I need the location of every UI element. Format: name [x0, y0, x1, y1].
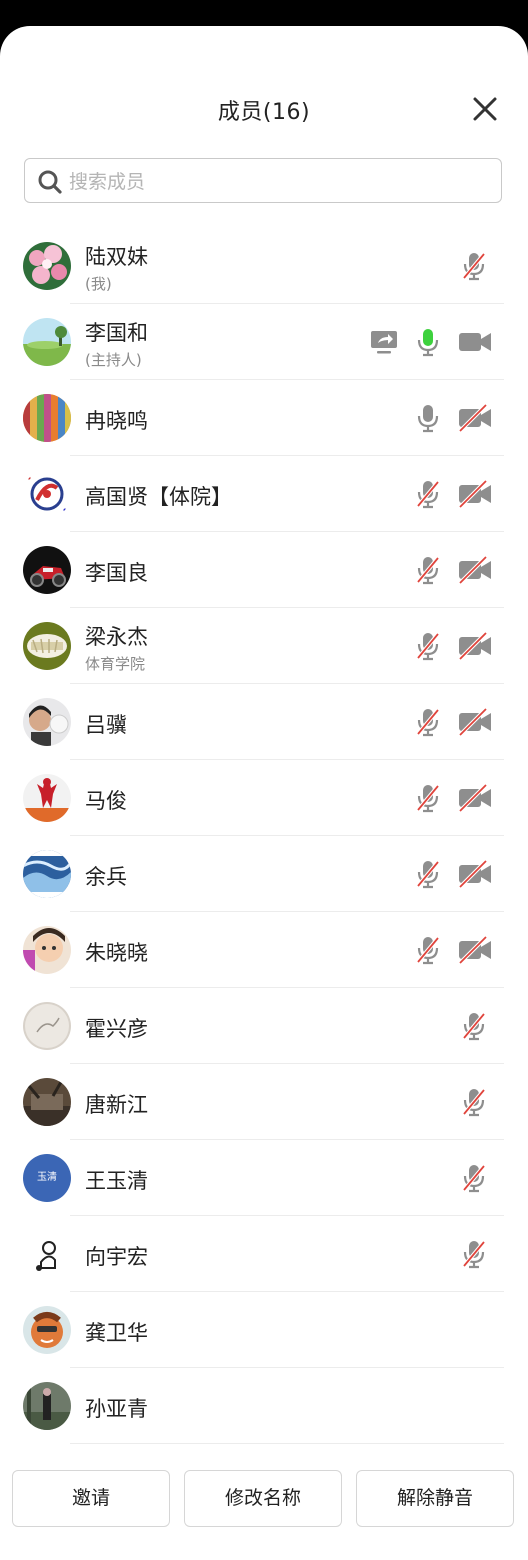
avatar [23, 774, 71, 822]
avatar-text: 玉清 [37, 1172, 57, 1183]
member-row[interactable]: 孙亚青 [0, 1368, 528, 1444]
member-name: 高国贤【体院】 [85, 485, 232, 509]
avatar [23, 394, 71, 442]
mic-muted-icon[interactable] [412, 631, 446, 661]
camera-off-icon[interactable] [458, 707, 492, 737]
camera-off-icon[interactable] [458, 783, 492, 813]
member-row[interactable]: 霍兴彦 [0, 988, 528, 1064]
mic-muted-icon[interactable] [412, 859, 446, 889]
member-row[interactable]: 马俊 [0, 760, 528, 836]
member-list: 陆双妹 (我) 李国和 (主持人) 冉晓鸣高国贤【体院】 李国良梁永杰体育学院吕骥马俊余兵… [0, 228, 528, 1444]
avatar [23, 698, 71, 746]
mic-muted-icon[interactable] [412, 935, 446, 965]
avatar [23, 242, 71, 290]
mic-muted-icon[interactable] [458, 251, 492, 281]
members-panel: 成员(16) 陆双妹 (我) 李国和 (主持人) 冉晓鸣高国贤【体院】李国良梁永杰体育学… [0, 26, 528, 1560]
action-bar: 邀请 修改名称 解除静音 [0, 1470, 528, 1530]
member-row[interactable]: 吕骥 [0, 684, 528, 760]
member-row[interactable]: 余兵 [0, 836, 528, 912]
mic-muted-icon[interactable] [458, 1163, 492, 1193]
close-icon[interactable] [470, 94, 500, 124]
member-name: 余兵 [85, 865, 127, 889]
member-row[interactable]: 向宇宏 [0, 1216, 528, 1292]
avatar [23, 926, 71, 974]
avatar [23, 1230, 71, 1278]
mic-muted-icon[interactable] [412, 479, 446, 509]
camera-off-icon[interactable] [458, 631, 492, 661]
member-row[interactable]: 龚卫华 [0, 1292, 528, 1368]
camera-on-icon[interactable] [458, 327, 492, 357]
member-row[interactable]: 高国贤【体院】 [0, 456, 528, 532]
mic-muted-icon[interactable] [412, 783, 446, 813]
camera-off-icon[interactable] [458, 479, 492, 509]
search-icon [38, 170, 62, 194]
member-row[interactable]: 冉晓鸣 [0, 380, 528, 456]
member-row[interactable]: 唐新江 [0, 1064, 528, 1140]
member-name: 孙亚青 [85, 1397, 148, 1421]
member-name: 李国和 [85, 321, 148, 345]
mic-muted-icon[interactable] [412, 555, 446, 585]
member-row[interactable]: 玉清 王玉清 [0, 1140, 528, 1216]
member-name: 龚卫华 [85, 1321, 148, 1345]
avatar [23, 1382, 71, 1430]
member-name: 霍兴彦 [85, 1017, 148, 1041]
screen-share-icon[interactable] [368, 327, 402, 357]
avatar [23, 622, 71, 670]
member-name: 王玉清 [85, 1169, 148, 1193]
page-title: 成员(16) [217, 100, 311, 125]
search-input[interactable] [67, 167, 491, 197]
member-row[interactable]: 梁永杰 体育学院 [0, 608, 528, 684]
member-name: 马俊 [85, 789, 127, 813]
search-box[interactable] [24, 158, 502, 203]
member-row[interactable]: 陆双妹 (我) [0, 228, 528, 304]
mic-muted-icon[interactable] [458, 1087, 492, 1117]
avatar [23, 546, 71, 594]
avatar [23, 1306, 71, 1354]
invite-button[interactable]: 邀请 [12, 1470, 170, 1527]
mic-muted-icon[interactable] [458, 1011, 492, 1041]
camera-off-icon[interactable] [458, 403, 492, 433]
member-name: 冉晓鸣 [85, 409, 148, 433]
avatar [23, 318, 71, 366]
mic-icon[interactable] [412, 403, 446, 433]
member-name: 李国良 [85, 561, 148, 585]
member-name: 吕骥 [85, 713, 127, 737]
avatar [23, 470, 71, 518]
mic-muted-icon[interactable] [412, 707, 446, 737]
member-name: 朱晓晓 [85, 941, 148, 965]
member-role: (主持人) [85, 351, 142, 369]
camera-off-icon[interactable] [458, 935, 492, 965]
member-row[interactable]: 李国良 [0, 532, 528, 608]
member-role: 体育学院 [85, 655, 146, 673]
member-role: (我) [85, 275, 112, 293]
avatar [23, 1002, 71, 1050]
member-name: 向宇宏 [85, 1245, 148, 1269]
member-name: 唐新江 [85, 1093, 148, 1117]
mic-active-icon[interactable] [412, 327, 446, 357]
rename-button[interactable]: 修改名称 [184, 1470, 342, 1527]
member-name: 陆双妹 [85, 245, 148, 269]
member-row[interactable]: 李国和 (主持人) [0, 304, 528, 380]
member-name: 梁永杰 [85, 625, 148, 649]
member-row[interactable]: 朱晓晓 [0, 912, 528, 988]
avatar [23, 850, 71, 898]
unmute-button[interactable]: 解除静音 [356, 1470, 514, 1527]
mic-muted-icon[interactable] [458, 1239, 492, 1269]
avatar: 玉清 [23, 1154, 71, 1202]
camera-off-icon[interactable] [458, 555, 492, 585]
avatar [23, 1078, 71, 1126]
camera-off-icon[interactable] [458, 859, 492, 889]
